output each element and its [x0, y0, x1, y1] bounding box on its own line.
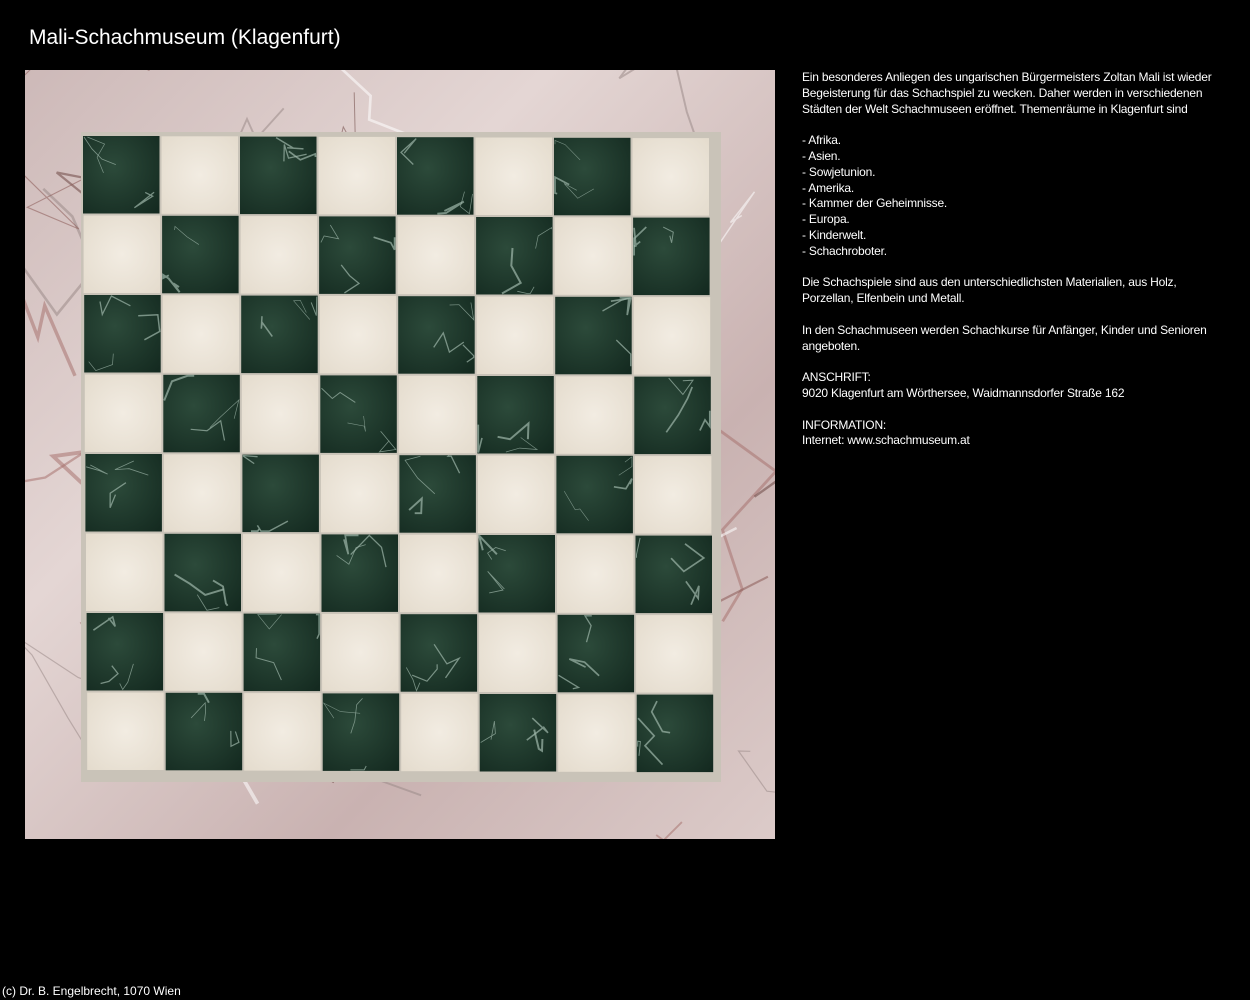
- dark-square: [555, 296, 632, 375]
- light-square: [240, 216, 318, 294]
- dark-square: [398, 296, 475, 374]
- light-square: [477, 455, 555, 533]
- dark-square: [162, 215, 239, 294]
- page-title: Mali-Schachmuseum (Klagenfurt): [29, 26, 341, 49]
- light-square: [84, 374, 162, 452]
- dark-square: [400, 614, 478, 692]
- light-square: [398, 375, 476, 454]
- light-square: [633, 297, 711, 375]
- light-square: [83, 215, 161, 293]
- dark-square: [479, 694, 557, 772]
- rooms-list: - Afrika. - Asien. - Sowjetunion. - Amer…: [802, 133, 1222, 259]
- light-square: [557, 535, 634, 613]
- dark-square: [241, 295, 318, 374]
- dark-square: [164, 533, 241, 612]
- address-value: 9020 Klagenfurt am Wörthersee, Waidmanns…: [802, 385, 1125, 400]
- room-item: - Europa.: [802, 212, 850, 227]
- dark-square: [635, 535, 712, 614]
- dark-square: [636, 694, 714, 773]
- light-square: [475, 137, 552, 215]
- address-block: ANSCHRIFT: 9020 Klagenfurt am Wörthersee…: [802, 370, 1222, 402]
- dark-square: [240, 136, 317, 215]
- light-square: [400, 534, 477, 613]
- dark-square: [476, 217, 553, 295]
- dark-square: [243, 613, 321, 692]
- dark-square: [86, 613, 164, 691]
- page: Mali-Schachmuseum (Klagenfurt) Ein beson…: [0, 0, 1250, 1000]
- light-square: [244, 693, 321, 771]
- light-square: [558, 694, 635, 772]
- light-square: [401, 693, 478, 772]
- dark-square: [320, 375, 397, 453]
- dark-square: [163, 374, 240, 453]
- room-item: - Kinderwelt.: [802, 227, 867, 242]
- light-square: [322, 613, 399, 692]
- description-panel: Ein besonderes Anliegen des ungarischen …: [802, 70, 1222, 465]
- dark-square: [556, 455, 633, 534]
- copyright-footer: (c) Dr. B. Engelbrecht, 1070 Wien: [2, 984, 181, 998]
- light-square: [162, 295, 240, 373]
- light-square: [555, 376, 633, 454]
- courses-text: In den Schachmuseen werden Schachkurse f…: [802, 322, 1207, 353]
- intro-text: Ein besonderes Anliegen des ungarischen …: [802, 70, 1212, 116]
- light-square: [241, 375, 319, 453]
- light-square: [634, 456, 712, 534]
- light-square: [319, 295, 397, 374]
- info-value: Internet: www.schachmuseum.at: [802, 433, 970, 448]
- light-square: [476, 296, 554, 374]
- light-square: [636, 615, 713, 693]
- room-item: - Amerika.: [802, 180, 855, 195]
- info-label: INFORMATION:: [802, 417, 887, 432]
- light-square: [318, 136, 395, 215]
- dark-square: [322, 693, 400, 771]
- info-block: INFORMATION: Internet: www.schachmuseum.…: [802, 418, 1222, 450]
- dark-square: [634, 376, 711, 455]
- dark-square: [554, 137, 631, 216]
- chessboard-image: [25, 70, 775, 839]
- light-square: [161, 136, 238, 214]
- dark-square: [84, 295, 161, 373]
- chessboard-photo: [25, 70, 775, 839]
- room-item: - Afrika.: [802, 133, 841, 148]
- dark-square: [477, 376, 554, 454]
- dark-square: [83, 136, 160, 214]
- room-item: - Asien.: [802, 148, 841, 163]
- room-item: - Sowjetunion.: [802, 164, 876, 179]
- light-square: [243, 534, 320, 612]
- light-square: [163, 454, 241, 532]
- dark-square: [242, 454, 319, 533]
- materials-text: Die Schachspiele sind aus den unterschie…: [802, 275, 1177, 306]
- light-square: [632, 138, 709, 216]
- light-square: [554, 217, 632, 295]
- light-square: [397, 216, 475, 295]
- light-square: [320, 454, 398, 533]
- dark-square: [557, 614, 635, 693]
- light-square: [165, 613, 242, 691]
- light-square: [87, 692, 164, 770]
- address-label: ANSCHRIFT:: [802, 370, 871, 385]
- room-item: - Schachroboter.: [802, 243, 887, 258]
- light-square: [479, 614, 556, 692]
- light-square: [86, 533, 163, 611]
- room-item: - Kammer der Geheimnisse.: [802, 196, 948, 211]
- dark-square: [399, 455, 476, 533]
